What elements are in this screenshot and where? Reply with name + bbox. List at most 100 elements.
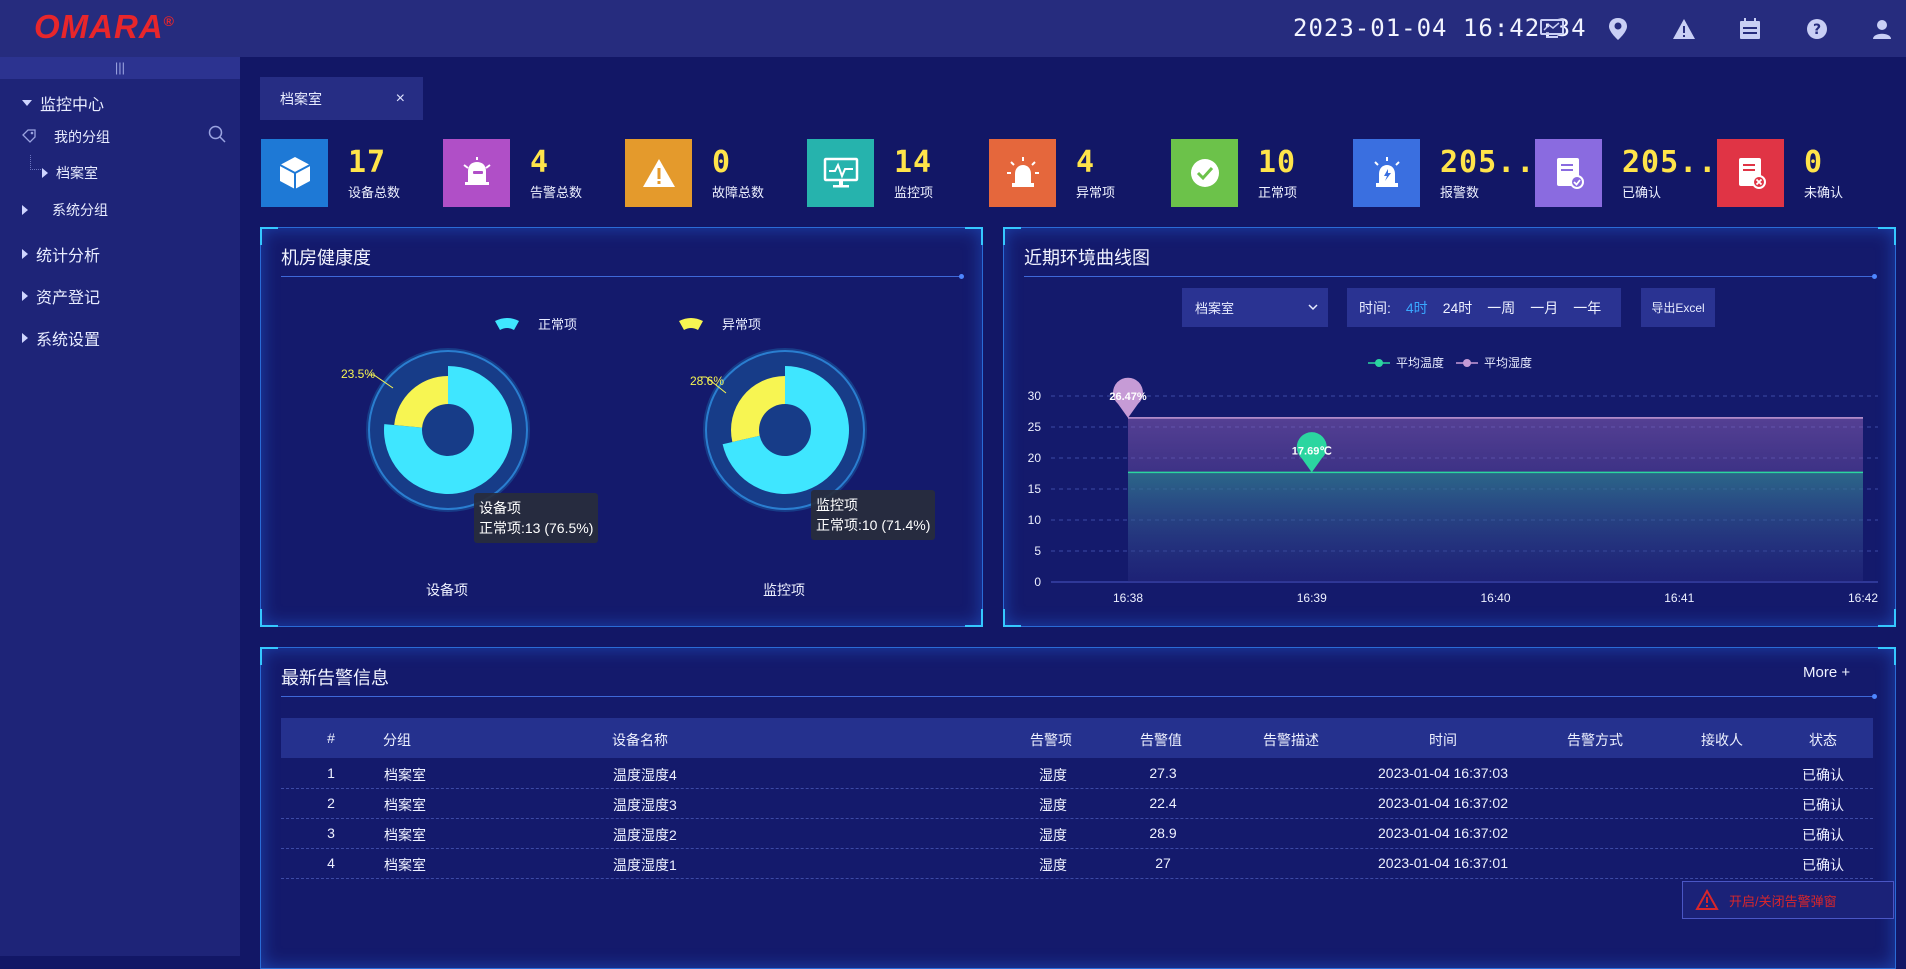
temperature-area xyxy=(1128,472,1863,582)
stat-confirmed: 205... 已确认 xyxy=(1535,139,1736,207)
legend-normal[interactable]: 正常项 xyxy=(494,314,577,333)
unconfirmed-doc-icon xyxy=(1717,139,1784,207)
stat-alarm-total: 4 告警总数 xyxy=(443,139,582,207)
legend-abnormal-swatch xyxy=(679,317,703,330)
y-tick-label: 20 xyxy=(1028,451,1042,465)
divider xyxy=(281,274,964,279)
warning-icon xyxy=(1695,889,1719,910)
export-excel-button[interactable]: 导出Excel xyxy=(1641,288,1715,327)
table-row[interactable]: 4 档案室 温度湿度1 湿度 27 2023-01-04 16:37:01 已确… xyxy=(281,848,1873,879)
alarm-light-icon xyxy=(1353,139,1420,207)
table-row[interactable]: 3 档案室 温度湿度2 湿度 28.9 2023-01-04 16:37:02 … xyxy=(281,818,1873,849)
legend-temp-label[interactable]: 平均温度 xyxy=(1396,354,1444,371)
location-pin-icon[interactable] xyxy=(1605,16,1631,42)
panel-title: 机房健康度 xyxy=(281,248,371,268)
x-tick-label: 16:38 xyxy=(1113,591,1143,605)
chevron-right-icon xyxy=(22,333,28,343)
health-panel: 机房健康度 正常项 异常项 23.5% 设备项 正常项:13 (76.5%) 设… xyxy=(260,227,983,627)
legend-humidity-label[interactable]: 平均湿度 xyxy=(1484,354,1532,371)
table-row[interactable]: 1 档案室 温度湿度4 湿度 27.3 2023-01-04 16:37:03 … xyxy=(281,758,1873,789)
time-option-month[interactable]: 一月 xyxy=(1530,298,1558,318)
y-tick-label: 30 xyxy=(1028,389,1042,403)
monitor-chart-label: 监控项 xyxy=(763,582,805,598)
chevron-right-icon xyxy=(42,168,48,178)
help-icon[interactable]: ? xyxy=(1804,16,1830,42)
user-icon[interactable] xyxy=(1869,16,1895,42)
search-icon[interactable] xyxy=(208,125,226,148)
divider xyxy=(281,694,1877,699)
sidebar-item-statistics[interactable]: 统计分析 xyxy=(22,242,100,266)
tree-connector xyxy=(30,155,41,170)
sidebar-item-my-group[interactable]: 我的分组 xyxy=(22,127,110,147)
sidebar-collapse-button[interactable]: ||| xyxy=(0,57,240,79)
calendar-icon[interactable] xyxy=(1737,16,1763,42)
stat-alarm-count: 205... 报警数 xyxy=(1353,139,1554,207)
env-line-chart: 0 5 10 15 20 25 30 16:38 16:39 16:40 16:41 16:42 26.… xyxy=(1028,377,1878,605)
panel-title: 近期环境曲线图 xyxy=(1024,248,1150,268)
stat-fault-total: 0 故障总数 xyxy=(625,139,764,207)
chevron-right-icon xyxy=(22,249,28,259)
monitor-abnormal-pct: 28.6% xyxy=(690,374,725,388)
chevron-down-icon xyxy=(1308,304,1318,311)
time-range-selector: 时间: 4时 24时 一周 一月 一年 xyxy=(1347,288,1621,327)
device-tooltip: 设备项 正常项:13 (76.5%) xyxy=(474,493,599,543)
sidebar-item-archive-room[interactable]: 档案室 xyxy=(42,163,98,183)
x-tick-label: 16:42 xyxy=(1848,591,1878,605)
y-tick-label: 5 xyxy=(1034,544,1041,558)
time-option-week[interactable]: 一周 xyxy=(1487,298,1515,318)
room-select[interactable]: 档案室 xyxy=(1182,288,1328,327)
legend-abnormal[interactable]: 异常项 xyxy=(678,314,761,333)
siren-icon xyxy=(989,139,1056,207)
sidebar: ||| 监控中心 我的分组 档案室 系统分组 统计分析 资产登记 系统设置 xyxy=(0,57,240,956)
warning-icon xyxy=(625,139,692,207)
x-tick-label: 16:40 xyxy=(1480,591,1510,605)
panel-title: 最新告警信息 xyxy=(281,668,389,688)
svg-text:?: ? xyxy=(1813,22,1821,38)
stat-unconfirmed: 0 未确认 xyxy=(1717,139,1843,207)
divider xyxy=(1024,274,1877,279)
sidebar-item-monitor-center[interactable]: 监控中心 xyxy=(22,91,104,115)
chevron-right-icon xyxy=(22,291,28,301)
stat-monitor-items: 14 监控项 xyxy=(807,139,933,207)
close-icon[interactable]: × xyxy=(396,90,405,108)
y-tick-label: 10 xyxy=(1028,513,1042,527)
top-bar: OMARA® 2023-01-04 16:42:34 ? xyxy=(0,0,1906,57)
table-row[interactable]: 2 档案室 温度湿度3 湿度 22.4 2023-01-04 16:37:02 … xyxy=(281,788,1873,819)
y-tick-label: 0 xyxy=(1034,575,1041,589)
device-abnormal-pct: 23.5% xyxy=(341,367,376,381)
cube-icon xyxy=(261,139,328,207)
stat-device-total: 17 设备总数 xyxy=(261,139,400,207)
warning-icon[interactable] xyxy=(1671,16,1697,42)
legend-normal-swatch xyxy=(495,317,519,330)
chevron-down-icon xyxy=(22,100,32,106)
more-link[interactable]: More + xyxy=(1803,664,1850,681)
x-tick-label: 16:41 xyxy=(1664,591,1694,605)
tab-archive-room[interactable]: 档案室 × xyxy=(260,77,423,120)
time-option-24h[interactable]: 24时 xyxy=(1443,298,1473,318)
legend-temp-marker xyxy=(1368,358,1390,367)
alarm-popup-toggle-button[interactable]: 开启/关闭告警弹窗 xyxy=(1682,881,1894,919)
alarm-table-header: # 分组 设备名称 告警项 告警值 告警描述 时间 告警方式 接收人 状态 xyxy=(281,718,1873,758)
temperature-marker-label: 17.69℃ xyxy=(1292,445,1332,457)
y-tick-label: 25 xyxy=(1028,420,1042,434)
chart-legend: 平均温度 平均湿度 xyxy=(1368,354,1532,371)
stat-abnormal-items: 4 异常项 xyxy=(989,139,1115,207)
chevron-right-icon xyxy=(22,205,28,215)
tag-icon xyxy=(22,128,36,146)
y-tick-label: 15 xyxy=(1028,482,1042,496)
monitor-tooltip: 监控项 正常项:10 (71.4%) xyxy=(811,490,936,540)
legend-humidity-marker xyxy=(1456,358,1479,367)
monitor-chart-icon xyxy=(807,139,874,207)
check-icon xyxy=(1171,139,1238,207)
logo: OMARA® xyxy=(34,8,175,45)
x-tick-label: 16:39 xyxy=(1297,591,1327,605)
humidity-marker-label: 26.47% xyxy=(1109,391,1147,403)
time-option-year[interactable]: 一年 xyxy=(1573,298,1601,318)
device-chart-label: 设备项 xyxy=(426,582,468,598)
time-option-4h[interactable]: 4时 xyxy=(1406,298,1428,318)
sidebar-item-system-group[interactable]: 系统分组 xyxy=(22,200,108,220)
stat-normal-items: 10 正常项 xyxy=(1171,139,1297,207)
sidebar-item-assets[interactable]: 资产登记 xyxy=(22,284,100,308)
sidebar-item-settings[interactable]: 系统设置 xyxy=(22,326,100,350)
monitor-icon[interactable] xyxy=(1539,16,1565,42)
